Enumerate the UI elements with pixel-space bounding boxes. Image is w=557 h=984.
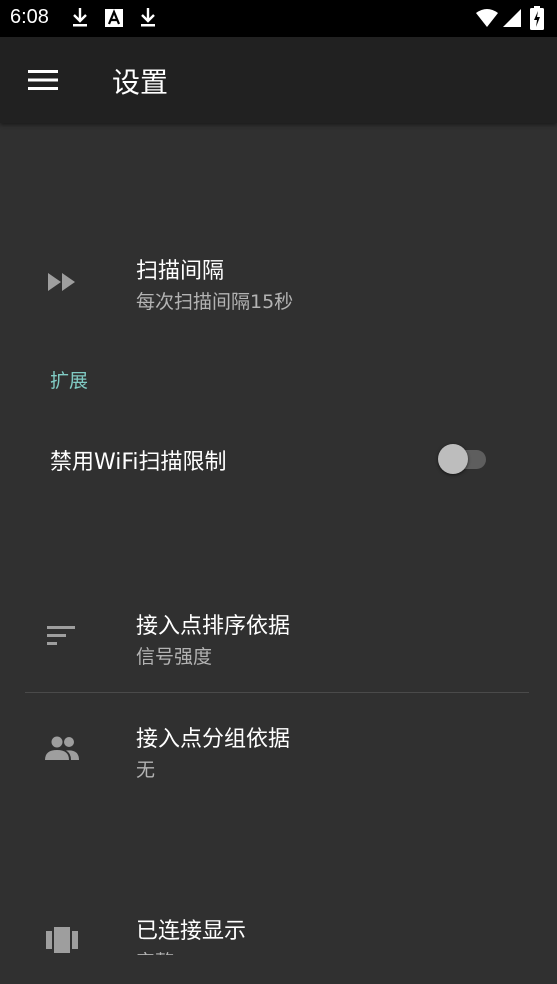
fast-forward-icon [48, 273, 75, 291]
pref-scan-interval-title: 扫描间隔 [136, 259, 225, 284]
sort-icon [47, 626, 75, 645]
pref-ap-sort[interactable]: 接入点排序依据 信号强度 [0, 590, 557, 686]
menu-icon [28, 70, 58, 90]
download-icon [73, 8, 87, 27]
view-carousel-icon [46, 927, 78, 953]
pref-scan-interval[interactable]: 扫描间隔 每次扫描间隔15秒 [0, 235, 557, 331]
pref-ap-group-summary: 无 [136, 759, 156, 781]
font-icon [105, 9, 123, 27]
pref-ap-sort-summary: 信号强度 [136, 646, 213, 668]
status-time: 6:08 [10, 6, 49, 28]
pref-ap-group[interactable]: 接入点分组依据 无 [0, 703, 557, 799]
pref-ap-sort-title: 接入点排序依据 [136, 614, 291, 639]
pref-connected-display[interactable]: 已连接显示 完整 [0, 895, 557, 955]
disable-wifi-throttle-switch[interactable] [438, 444, 488, 474]
pref-connected-display-summary: 完整 [136, 947, 174, 955]
pref-scan-interval-summary: 每次扫描间隔15秒 [136, 291, 294, 313]
divider [25, 692, 529, 693]
menu-button[interactable] [18, 56, 66, 104]
wifi-icon [476, 9, 498, 27]
page-title: 设置 [112, 66, 169, 99]
app-bar: 设置 [0, 37, 557, 123]
switch-thumb [438, 444, 468, 474]
status-bar: 6:08 [0, 0, 557, 37]
pref-ap-group-title: 接入点分组依据 [136, 727, 291, 752]
download-icon [141, 8, 155, 27]
pref-disable-wifi-throttle-title: 禁用WiFi扫描限制 [50, 450, 227, 475]
group-icon [45, 736, 79, 760]
signal-icon [503, 9, 521, 27]
pref-connected-display-title: 已连接显示 [136, 919, 247, 944]
battery-icon [530, 6, 544, 30]
category-extended: 扩展 [50, 370, 89, 392]
